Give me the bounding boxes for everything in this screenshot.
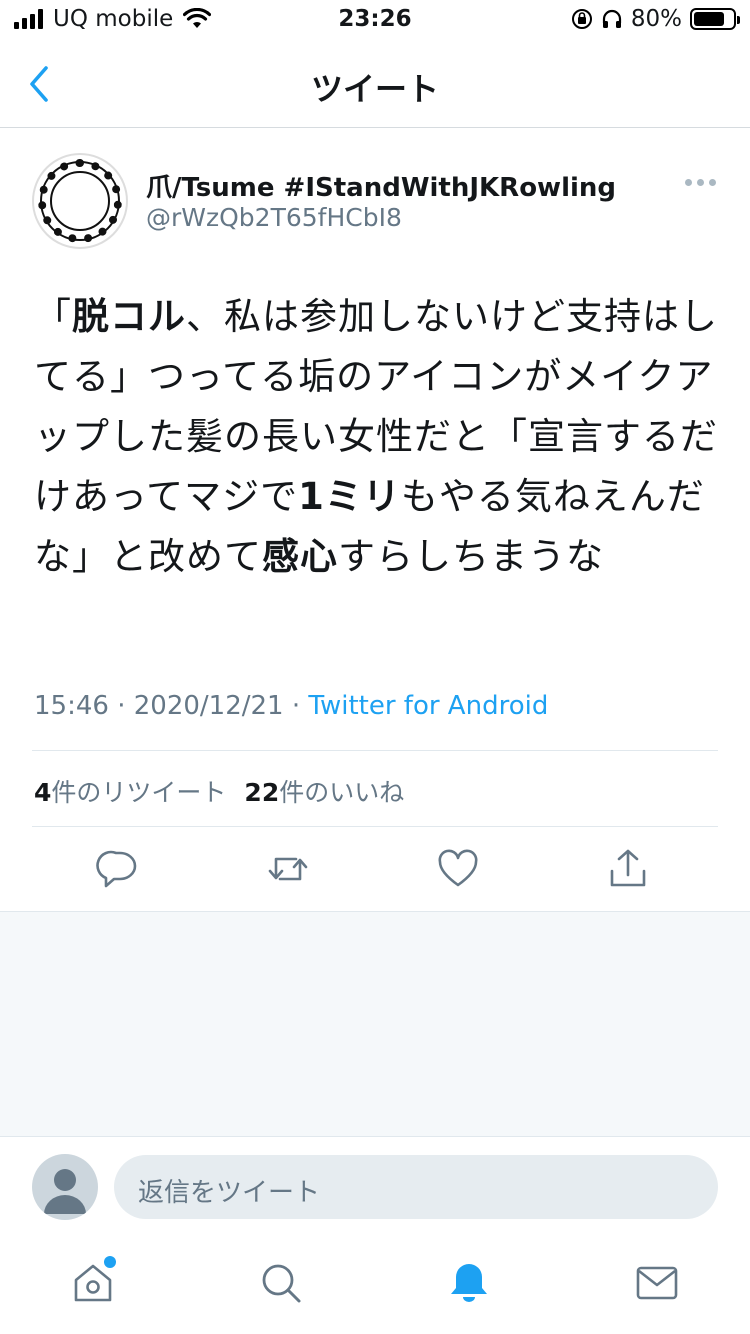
navigation-bar: ツイート bbox=[0, 40, 750, 128]
search-icon[interactable] bbox=[258, 1260, 304, 1306]
headphones-icon bbox=[602, 9, 621, 28]
reply-icon[interactable] bbox=[96, 847, 140, 891]
divider bbox=[32, 750, 718, 751]
orientation-lock-icon bbox=[571, 9, 592, 29]
tab-bar bbox=[0, 1248, 750, 1328]
retweets-count: 4 bbox=[34, 778, 52, 807]
user-avatar bbox=[32, 1154, 98, 1220]
battery-percent: 80% bbox=[630, 6, 682, 32]
tweet-actions bbox=[0, 847, 750, 895]
likes-label: 件のいいね bbox=[279, 778, 405, 807]
reply-input[interactable]: 返信をツイート bbox=[114, 1155, 718, 1219]
battery-icon bbox=[690, 8, 740, 30]
page-title: ツイート bbox=[310, 70, 439, 108]
retweets-stat[interactable]: 4件のリツイート bbox=[34, 778, 226, 807]
tweet-text-segment: 「 bbox=[34, 295, 72, 338]
notification-dot bbox=[104, 1256, 116, 1268]
notifications-bell-icon[interactable] bbox=[446, 1260, 492, 1306]
tweet-text-bold-segment: 感心 bbox=[262, 535, 338, 578]
more-options-icon[interactable] bbox=[685, 179, 716, 186]
tweet-text-bold-segment: 脱コル bbox=[72, 295, 186, 338]
retweets-label: 件のリツイート bbox=[51, 778, 227, 807]
retweet-icon[interactable] bbox=[266, 847, 310, 891]
tweet-text-segment: すらしちまうな bbox=[338, 535, 604, 578]
default-avatar-icon bbox=[44, 1169, 86, 1214]
tweet-stats: 4件のリツイート 22件のいいね bbox=[34, 773, 404, 809]
tweet-time: 15:46 bbox=[34, 691, 109, 721]
likes-count: 22 bbox=[244, 778, 280, 807]
status-bar: UQ mobile 23:26 80% bbox=[0, 0, 750, 40]
author-name[interactable]: 爪/Tsume #IStandWithJKRowling bbox=[146, 167, 616, 204]
divider bbox=[32, 826, 718, 827]
tweet-meta: 15:46 · 2020/12/21 · Twitter for Android bbox=[34, 691, 549, 721]
tweet-source-link[interactable]: Twitter for Android bbox=[308, 691, 548, 721]
replies-area bbox=[0, 911, 750, 1137]
tweet-text: 「脱コル、私は参加しないけど支持はしてる」つってる垢のアイコンがメイクアップした… bbox=[34, 287, 724, 587]
tweet-date: 2020/12/21 bbox=[133, 691, 284, 721]
tweet-text-bold-segment: 1ミリ bbox=[298, 475, 401, 518]
author-avatar[interactable] bbox=[32, 153, 128, 249]
author-handle[interactable]: @rWzQb2T65fHCbI8 bbox=[146, 203, 402, 232]
share-icon[interactable] bbox=[606, 847, 650, 891]
messages-envelope-icon[interactable] bbox=[634, 1260, 680, 1306]
likes-stat[interactable]: 22件のいいね bbox=[244, 778, 404, 807]
like-heart-icon[interactable] bbox=[436, 847, 480, 891]
